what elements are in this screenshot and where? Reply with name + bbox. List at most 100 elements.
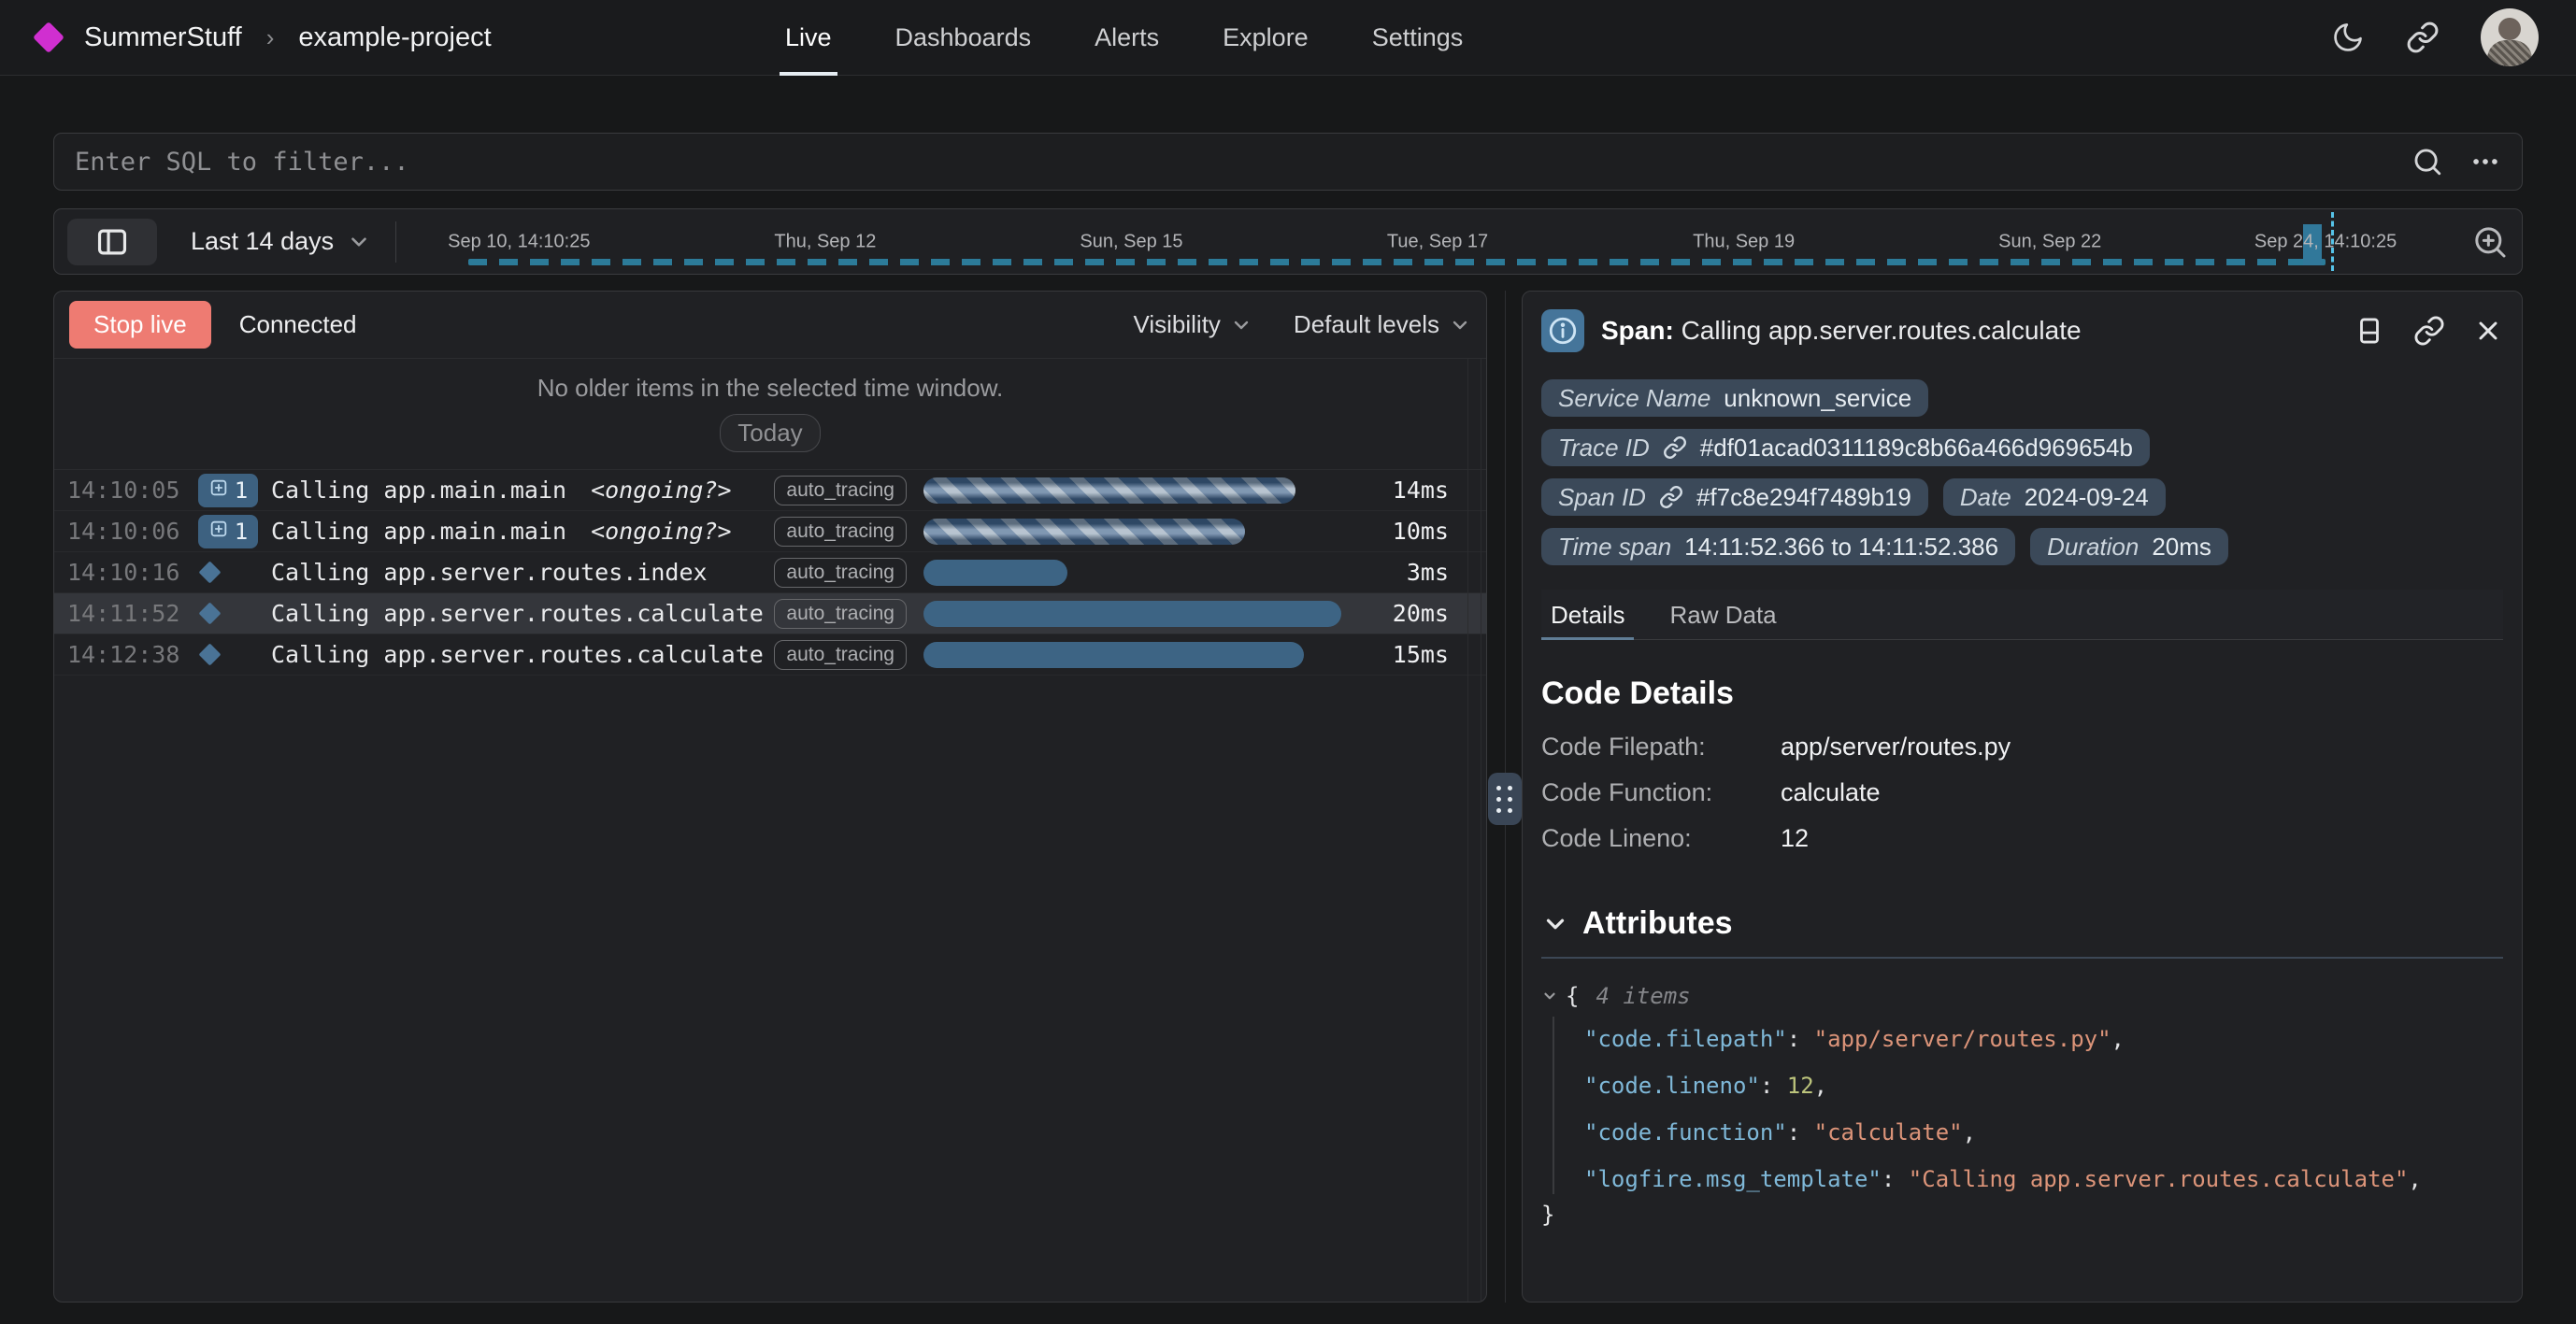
- row-message: Calling app.server.routes.index: [271, 559, 774, 586]
- row-timestamp: 14:12:38: [67, 641, 189, 668]
- detail-tabs: Details Raw Data: [1541, 590, 2503, 640]
- trace-row[interactable]: 14:12:38 Calling app.server.routes.calcul…: [54, 634, 1486, 676]
- nav-tab-explore[interactable]: Explore: [1223, 0, 1309, 76]
- row-tag-pill[interactable]: auto_tracing: [774, 558, 907, 588]
- row-ongoing-suffix: <ongoing?>: [591, 477, 732, 504]
- chevron-down-icon: [1230, 314, 1252, 336]
- default-levels-dropdown[interactable]: Default levels: [1294, 310, 1471, 339]
- trace-row[interactable]: 14:10:061Calling app.main.main<ongoing?>…: [54, 511, 1486, 552]
- more-options-ellipsis-icon[interactable]: [2469, 146, 2501, 178]
- row-duration-bar: [923, 560, 1067, 586]
- theme-toggle-moon-icon[interactable]: [2331, 21, 2365, 54]
- row-tag-pill[interactable]: auto_tracing: [774, 599, 907, 629]
- timeline-activity-baseline: [468, 259, 2326, 265]
- dock-panel-icon[interactable]: [2354, 315, 2385, 347]
- span-diamond-icon: [198, 643, 221, 665]
- badge-value: 2024-09-24: [2025, 483, 2149, 512]
- badge-label: Trace ID: [1558, 434, 1650, 463]
- kv-label: Code Lineno:: [1541, 824, 1781, 853]
- divider: [1541, 957, 2503, 959]
- square-plus-icon: [208, 519, 229, 545]
- timeline-tick-label: Sep 24, 14:10:25: [2254, 231, 2397, 252]
- detail-tab-details[interactable]: Details: [1549, 590, 1626, 639]
- project-name[interactable]: example-project: [298, 22, 491, 53]
- row-duration-label: 10ms: [1370, 518, 1449, 545]
- json-collapse-icon[interactable]: [1541, 988, 1558, 1004]
- close-icon[interactable]: [2473, 316, 2503, 346]
- timeline-track[interactable]: Sep 10, 14:10:25Thu, Sep 12Sun, Sep 15Tu…: [417, 208, 2458, 275]
- timeline-tick-label: Thu, Sep 12: [774, 231, 876, 252]
- span-title: Span: Calling app.server.routes.calculat…: [1601, 316, 2082, 346]
- timeline-tick-label: Tue, Sep 17: [1387, 231, 1488, 252]
- live-header: Stop live Connected Visibility Default l…: [54, 292, 1486, 359]
- row-duration-bar-track: [923, 642, 1346, 668]
- timeline-tick-label: Sep 10, 14:10:25: [448, 231, 590, 252]
- meta-badge-service-name: Service Nameunknown_service: [1541, 379, 1928, 417]
- divider: [395, 221, 396, 263]
- splitter-grip-handle[interactable]: [1488, 773, 1522, 825]
- live-list-panel: Stop live Connected Visibility Default l…: [53, 291, 1487, 1303]
- code-details-heading: Code Details: [1541, 676, 2503, 712]
- zoom-in-icon[interactable]: [2471, 223, 2509, 261]
- row-timestamp: 14:10:16: [67, 559, 189, 586]
- row-message: Calling app.server.routes.calculate: [271, 641, 774, 668]
- nav-tab-alerts[interactable]: Alerts: [1095, 0, 1159, 76]
- square-plus-icon: [208, 477, 229, 504]
- link-icon[interactable]: [1663, 435, 1687, 460]
- row-duration-bar: [923, 519, 1245, 545]
- sidebar-toggle-icon[interactable]: [67, 219, 157, 265]
- row-tag-pill[interactable]: auto_tracing: [774, 640, 907, 670]
- copy-link-icon[interactable]: [2413, 315, 2445, 347]
- code-detail-row: Code Filepath:app/server/routes.py: [1541, 733, 2503, 762]
- brand-name[interactable]: SummerStuff: [84, 22, 242, 53]
- span-detail-header: Span: Calling app.server.routes.calculat…: [1541, 295, 2503, 366]
- chevron-down-icon: [1449, 314, 1471, 336]
- badge-label: Service Name: [1558, 384, 1710, 413]
- chevron-down-icon: [1541, 910, 1569, 938]
- share-link-icon[interactable]: [2406, 21, 2440, 54]
- search-icon[interactable]: [2411, 146, 2443, 178]
- json-key: "code.filepath": [1584, 1026, 1787, 1052]
- row-message: Calling app.main.main<ongoing?>: [271, 518, 774, 545]
- json-entry: "code.lineno": 12,: [1584, 1073, 2503, 1099]
- json-string-value: "calculate": [1814, 1119, 1963, 1146]
- user-avatar[interactable]: [2481, 8, 2539, 66]
- stop-live-button[interactable]: Stop live: [69, 301, 211, 349]
- nav-tab-dashboards[interactable]: Dashboards: [895, 0, 1032, 76]
- detail-tab-raw-data[interactable]: Raw Data: [1667, 590, 1778, 639]
- today-button[interactable]: Today: [720, 414, 820, 452]
- trace-row[interactable]: 14:10:051Calling app.main.main<ongoing?>…: [54, 470, 1486, 511]
- span-kind-label: Span:: [1601, 316, 1674, 345]
- empty-notice-block: No older items in the selected time wind…: [54, 359, 1486, 470]
- meta-badge-span-id[interactable]: Span ID#f7c8e294f7489b19: [1541, 478, 1928, 516]
- top-nav: SummerStuff › example-project Live Dashbo…: [0, 0, 2576, 76]
- visibility-dropdown[interactable]: Visibility: [1133, 310, 1252, 339]
- row-tag-pill[interactable]: auto_tracing: [774, 476, 907, 505]
- expand-count-badge[interactable]: 1: [198, 515, 258, 548]
- attributes-heading: Attributes: [1582, 905, 1733, 942]
- avatar-body: [2487, 40, 2532, 66]
- badge-value: #f7c8e294f7489b19: [1696, 483, 1911, 512]
- time-range-dropdown[interactable]: Last 14 days: [191, 227, 371, 256]
- sql-filter-input[interactable]: [75, 148, 2411, 177]
- row-tag-pill[interactable]: auto_tracing: [774, 517, 907, 547]
- row-duration-bar-track: [923, 477, 1346, 504]
- trace-row[interactable]: 14:11:52Calling app.server.routes.calcul…: [54, 593, 1486, 634]
- json-entry: "code.filepath": "app/server/routes.py",: [1584, 1026, 2503, 1052]
- meta-badge-trace-id[interactable]: Trace ID#df01acad0311189c8b66a466d969654…: [1541, 429, 2150, 466]
- breadcrumb: SummerStuff › example-project: [37, 22, 492, 53]
- row-duration-bar-track: [923, 560, 1346, 586]
- row-duration-label: 14ms: [1370, 477, 1449, 504]
- timeline-bar: Last 14 days Sep 10, 14:10:25 Thu, Sep 12…: [53, 208, 2523, 275]
- span-detail-panel: Span: Calling app.server.routes.calculat…: [1522, 291, 2523, 1303]
- expand-count-badge[interactable]: 1: [198, 474, 258, 507]
- link-icon[interactable]: [1659, 485, 1683, 509]
- default-levels-label: Default levels: [1294, 310, 1439, 339]
- attributes-toggle[interactable]: Attributes: [1541, 905, 2503, 942]
- vertical-scrollbar[interactable]: [1467, 359, 1481, 1302]
- nav-tab-settings[interactable]: Settings: [1372, 0, 1464, 76]
- meta-badge-duration: Duration20ms: [2030, 528, 2228, 565]
- row-message: Calling app.server.routes.calculate: [271, 600, 774, 627]
- trace-row[interactable]: 14:10:16 Calling app.server.routes.indexa…: [54, 552, 1486, 593]
- nav-tab-live[interactable]: Live: [785, 0, 832, 76]
